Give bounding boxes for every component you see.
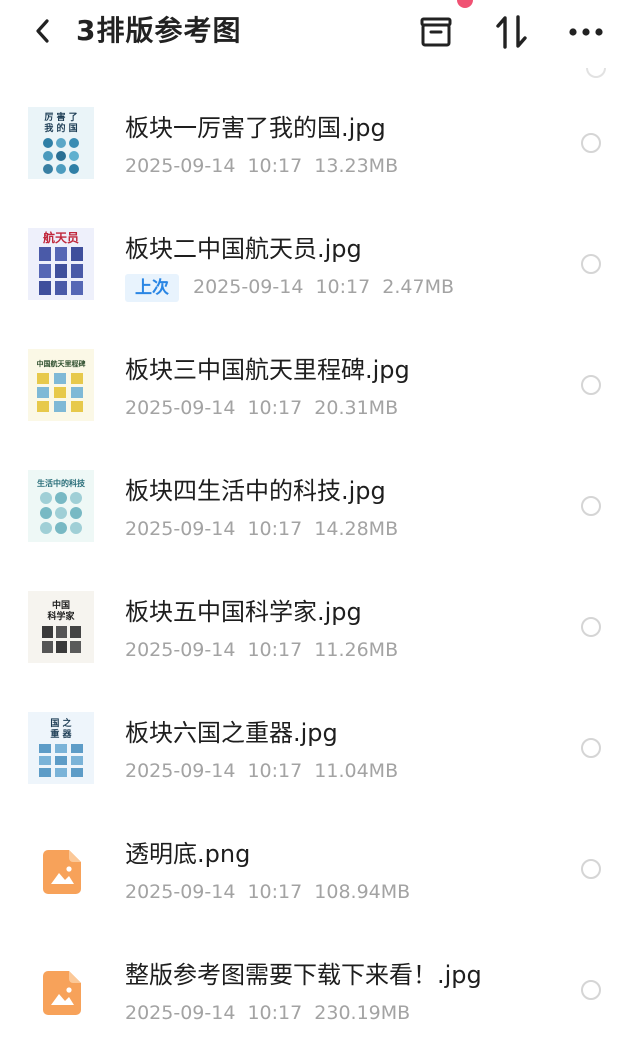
file-date: 2025-09-14 bbox=[125, 639, 236, 661]
file-name: 透明底.png bbox=[125, 840, 251, 868]
file-time: 10:17 bbox=[247, 881, 303, 903]
file-time: 10:17 bbox=[247, 639, 303, 661]
file-row[interactable]: 中国 科学家 板块五中国科学家.jpg 2025-09-14 10:17 11.… bbox=[0, 564, 640, 685]
file-time: 10:17 bbox=[247, 760, 303, 782]
select-radio[interactable] bbox=[581, 133, 601, 153]
scroll-indicator bbox=[586, 68, 606, 78]
thumbnail-heading: 中国航天里程碑 bbox=[36, 359, 86, 368]
more-button[interactable] bbox=[566, 12, 606, 52]
image-thumbnail: 生活中的科技 bbox=[28, 470, 94, 542]
select-radio[interactable] bbox=[581, 617, 601, 637]
more-dots-icon bbox=[569, 28, 603, 36]
file-name: 板块六国之重器.jpg bbox=[125, 719, 338, 747]
file-row[interactable]: 厉 害 了 我 的 国 板块一厉害了我的国.jpg 2025-09-14 10:… bbox=[0, 80, 640, 201]
archive-button[interactable] bbox=[416, 12, 456, 52]
image-file-icon bbox=[43, 850, 81, 894]
archive-box-icon bbox=[420, 17, 452, 47]
sort-button[interactable] bbox=[492, 12, 532, 52]
file-size: 11.26MB bbox=[314, 639, 399, 661]
file-size: 20.31MB bbox=[314, 397, 399, 419]
file-meta: 2025-09-14 10:17 11.26MB bbox=[125, 637, 398, 663]
file-list: 厉 害 了 我 的 国 板块一厉害了我的国.jpg 2025-09-14 10:… bbox=[0, 80, 640, 1048]
file-row[interactable]: 整版参考图需要下载下来看！.jpg 2025-09-14 10:17 230.1… bbox=[0, 927, 640, 1048]
file-time: 10:17 bbox=[247, 397, 303, 419]
image-thumbnail: 厉 害 了 我 的 国 bbox=[28, 107, 94, 179]
file-date: 2025-09-14 bbox=[125, 1002, 236, 1024]
file-row[interactable]: 航天员 板块二中国航天员.jpg 上次 2025-09-14 10:17 2.47… bbox=[0, 201, 640, 322]
file-row[interactable]: 中国航天里程碑 板块三中国航天里程碑.jpg 2025-09-14 10:17 … bbox=[0, 322, 640, 443]
file-date: 2025-09-14 bbox=[193, 276, 304, 298]
select-radio[interactable] bbox=[581, 254, 601, 274]
thumbnail-heading: 中国 科学家 bbox=[47, 601, 75, 622]
file-row[interactable]: 透明底.png 2025-09-14 10:17 108.94MB bbox=[0, 806, 640, 927]
file-name: 板块一厉害了我的国.jpg bbox=[125, 114, 386, 142]
sort-arrows-icon bbox=[496, 15, 527, 49]
file-meta: 2025-09-14 10:17 230.19MB bbox=[125, 1000, 410, 1026]
file-date: 2025-09-14 bbox=[125, 518, 236, 540]
image-thumbnail bbox=[28, 954, 94, 1026]
thumbnail-heading: 国 之 重 器 bbox=[50, 719, 72, 740]
file-date: 2025-09-14 bbox=[125, 881, 236, 903]
image-file-icon bbox=[43, 971, 81, 1015]
file-row[interactable]: 国 之 重 器 板块六国之重器.jpg 2025-09-14 10:17 11.… bbox=[0, 685, 640, 806]
select-radio[interactable] bbox=[581, 375, 601, 395]
file-size: 11.04MB bbox=[314, 760, 399, 782]
file-name: 板块五中国科学家.jpg bbox=[125, 598, 362, 626]
file-size: 2.47MB bbox=[382, 276, 455, 298]
file-date: 2025-09-14 bbox=[125, 155, 236, 177]
file-meta: 2025-09-14 10:17 14.28MB bbox=[125, 516, 398, 542]
file-row[interactable]: 生活中的科技 板块四生活中的科技.jpg 2025-09-14 10:17 14… bbox=[0, 443, 640, 564]
thumbnail-heading: 航天员 bbox=[42, 231, 79, 245]
file-name: 板块二中国航天员.jpg bbox=[125, 235, 362, 263]
file-time: 10:17 bbox=[247, 1002, 303, 1024]
file-meta: 2025-09-14 10:17 108.94MB bbox=[125, 879, 410, 905]
file-meta: 2025-09-14 10:17 13.23MB bbox=[125, 153, 398, 179]
file-meta: 上次 2025-09-14 10:17 2.47MB bbox=[125, 274, 454, 302]
page-title: 3排版参考图 bbox=[76, 14, 242, 47]
file-size: 13.23MB bbox=[314, 155, 399, 177]
chevron-left-icon bbox=[36, 19, 49, 43]
image-thumbnail: 航天员 bbox=[28, 228, 94, 300]
file-name: 板块四生活中的科技.jpg bbox=[125, 477, 386, 505]
select-radio[interactable] bbox=[581, 738, 601, 758]
file-meta: 2025-09-14 10:17 20.31MB bbox=[125, 395, 398, 421]
file-date: 2025-09-14 bbox=[125, 760, 236, 782]
thumbnail-heading: 厉 害 了 我 的 国 bbox=[44, 112, 78, 134]
file-name: 整版参考图需要下载下来看！.jpg bbox=[125, 961, 482, 989]
file-size: 108.94MB bbox=[314, 881, 411, 903]
file-name: 板块三中国航天里程碑.jpg bbox=[125, 356, 410, 384]
image-thumbnail: 中国 科学家 bbox=[28, 591, 94, 663]
image-thumbnail bbox=[28, 833, 94, 905]
file-time: 10:17 bbox=[315, 276, 371, 298]
file-size: 230.19MB bbox=[314, 1002, 411, 1024]
file-time: 10:17 bbox=[247, 155, 303, 177]
file-size: 14.28MB bbox=[314, 518, 399, 540]
file-date: 2025-09-14 bbox=[125, 397, 236, 419]
notification-dot bbox=[457, 0, 473, 8]
select-radio[interactable] bbox=[581, 859, 601, 879]
last-opened-badge: 上次 bbox=[125, 274, 179, 302]
select-radio[interactable] bbox=[581, 980, 601, 1000]
select-radio[interactable] bbox=[581, 496, 601, 516]
file-time: 10:17 bbox=[247, 518, 303, 540]
top-bar: 3排版参考图 bbox=[0, 0, 640, 62]
image-thumbnail: 中国航天里程碑 bbox=[28, 349, 94, 421]
image-thumbnail: 国 之 重 器 bbox=[28, 712, 94, 784]
thumbnail-heading: 生活中的科技 bbox=[37, 479, 85, 488]
back-button[interactable] bbox=[28, 15, 56, 47]
file-meta: 2025-09-14 10:17 11.04MB bbox=[125, 758, 398, 784]
